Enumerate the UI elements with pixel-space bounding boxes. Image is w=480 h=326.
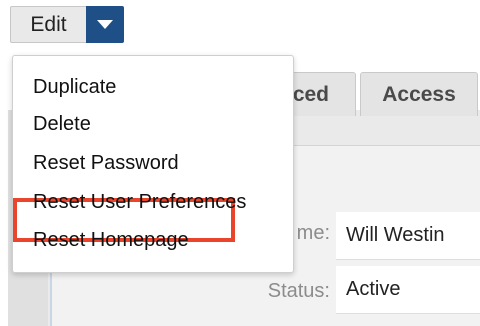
caret-down-icon — [97, 20, 113, 29]
menu-item-reset-password[interactable]: Reset Password — [33, 152, 179, 175]
status-value: Active — [336, 266, 480, 314]
menu-item-reset-homepage[interactable]: Reset Homepage — [33, 229, 189, 252]
actions-dropdown-toggle[interactable] — [86, 6, 124, 43]
edit-button-group: Edit — [10, 6, 124, 43]
edit-button[interactable]: Edit — [10, 6, 86, 43]
menu-item-duplicate[interactable]: Duplicate — [33, 76, 116, 99]
actions-menu: Duplicate Delete Reset Password Reset Us… — [12, 55, 294, 273]
tab-access[interactable]: Access — [360, 72, 478, 116]
status-label: Status: — [267, 280, 330, 302]
menu-item-reset-user-preferences[interactable]: Reset User Preferences — [33, 191, 246, 214]
name-value: Will Westin — [336, 212, 480, 260]
menu-item-delete[interactable]: Delete — [33, 113, 91, 136]
